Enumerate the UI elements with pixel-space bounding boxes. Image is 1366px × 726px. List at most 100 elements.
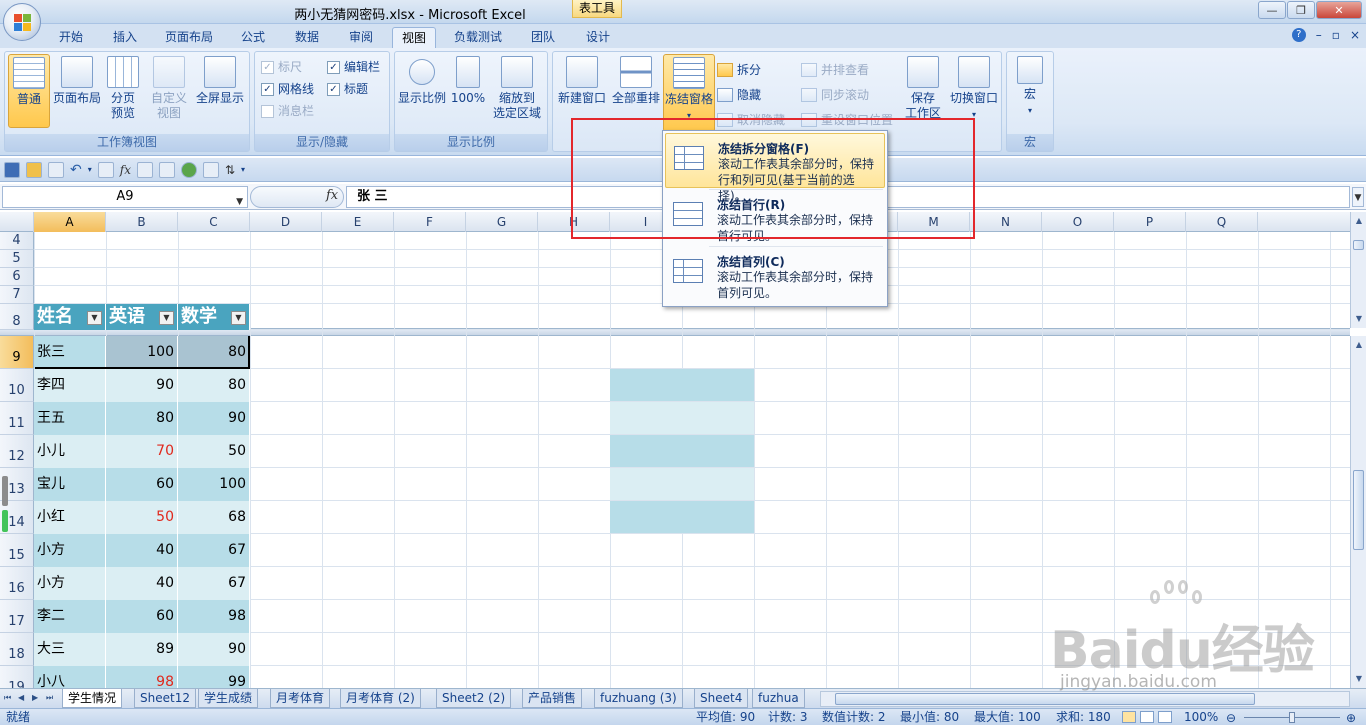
ribbon-minimize-icon[interactable]: –: [1316, 28, 1322, 42]
column-header-n[interactable]: N: [970, 212, 1042, 232]
menu-item-freeze-panes[interactable]: 冻结拆分窗格(F) 滚动工作表其余部分时，保持行和列可见(基于当前的选择)。: [665, 133, 885, 203]
switch-windows-button[interactable]: 切换窗口 ▾: [947, 54, 1001, 128]
tab-design[interactable]: 设计: [574, 27, 622, 48]
formula-bar-checkbox[interactable]: ✓: [327, 60, 340, 74]
scroll-thumb-bottom[interactable]: [1353, 470, 1364, 550]
format-painter-icon[interactable]: [97, 161, 114, 178]
row-header[interactable]: 10: [0, 369, 34, 402]
row-header[interactable]: 19: [0, 666, 34, 688]
gridlines-checkbox[interactable]: ✓: [261, 82, 274, 96]
vertical-scrollbar-top[interactable]: ▲ ▼: [1350, 212, 1366, 328]
tab-data[interactable]: 数据: [284, 27, 330, 48]
custom-views-button[interactable]: 自定义 视图: [148, 54, 190, 128]
tab-insert[interactable]: 插入: [102, 27, 148, 48]
formatted-cell-block[interactable]: [610, 402, 754, 434]
view-side-by-side-button[interactable]: 并排查看: [801, 60, 869, 80]
menu-item-freeze-first-column[interactable]: 冻结首列(C) 滚动工作表其余部分时，保持首列可见。: [665, 247, 885, 302]
table-cell-name[interactable]: 李四: [34, 369, 106, 402]
sheet-tab[interactable]: 学生情况: [62, 689, 123, 708]
filter-icon[interactable]: [202, 161, 219, 178]
ribbon-restore-icon[interactable]: ▫: [1332, 28, 1340, 42]
table-cell-math[interactable]: 67: [178, 567, 250, 600]
table-cell-name[interactable]: 小儿: [34, 435, 106, 468]
split-button[interactable]: 拆分: [717, 60, 761, 80]
column-header-q[interactable]: Q: [1186, 212, 1258, 232]
table-cell-name[interactable]: 王五: [34, 402, 106, 435]
arrange-all-button[interactable]: 全部重排: [611, 54, 661, 128]
sheet-tab[interactable]: 月考体育 (2): [340, 689, 421, 708]
table-cell-english[interactable]: 60: [106, 600, 178, 633]
table-cell-english[interactable]: 60: [106, 468, 178, 501]
table-cell-english[interactable]: 80: [106, 402, 178, 435]
column-header-o[interactable]: O: [1042, 212, 1114, 232]
message-bar-checkbox[interactable]: [261, 104, 274, 118]
open-folder-icon[interactable]: [26, 161, 42, 178]
print-preview-icon[interactable]: [48, 161, 64, 178]
column-header-m[interactable]: M: [898, 212, 970, 232]
reset-window-position-button[interactable]: 重设窗口位置: [801, 110, 893, 130]
table-cell-english[interactable]: 70: [106, 435, 178, 468]
new-window-button[interactable]: 新建窗口: [555, 54, 609, 128]
next-sheet-icon[interactable]: ▶: [32, 693, 38, 702]
tab-load-test[interactable]: 负载测试: [444, 27, 512, 48]
gridlines-checkbox-row[interactable]: ✓ 网格线: [261, 79, 314, 99]
page-layout-view-button[interactable]: 页面布局: [52, 54, 102, 128]
table-cell-name[interactable]: 宝儿: [34, 468, 106, 501]
table-cell-name[interactable]: 小方: [34, 534, 106, 567]
row-header[interactable]: 6: [0, 268, 34, 286]
tab-team[interactable]: 团队: [520, 27, 566, 48]
column-header-h[interactable]: H: [538, 212, 610, 232]
freeze-panes-button[interactable]: 冻结窗格 ▾: [663, 54, 715, 132]
table-cell-math[interactable]: 50: [178, 435, 250, 468]
table-cell-math[interactable]: 90: [178, 402, 250, 435]
column-header-d[interactable]: D: [250, 212, 322, 232]
formatted-cell-block[interactable]: [610, 369, 754, 401]
ruler-checkbox-row[interactable]: ✓ 标尺: [261, 57, 302, 77]
column-header-a[interactable]: A: [34, 212, 106, 232]
sheet-tab[interactable]: 产品销售: [522, 689, 583, 708]
formula-expand-icon[interactable]: ▼: [1352, 187, 1364, 207]
sheet-tab[interactable]: 学生成绩: [198, 689, 259, 708]
tab-view[interactable]: 视图: [392, 27, 436, 48]
horizontal-scrollbar[interactable]: [820, 691, 1350, 707]
scroll-up-icon[interactable]: ▲: [1352, 214, 1366, 228]
row-header[interactable]: 16: [0, 567, 34, 600]
row-header[interactable]: 11: [0, 402, 34, 435]
sheet-tab[interactable]: 月考体育: [270, 689, 331, 708]
table-cell-name[interactable]: 小红: [34, 501, 106, 534]
normal-view-status-icon[interactable]: [1122, 711, 1136, 723]
column-header-g[interactable]: G: [466, 212, 538, 232]
table-cell-math[interactable]: 80: [178, 369, 250, 402]
zoom-slider-thumb[interactable]: [1289, 712, 1295, 723]
undo-dropdown-icon[interactable]: ▾: [88, 165, 92, 174]
table-cell-math[interactable]: 68: [178, 501, 250, 534]
page-break-status-icon[interactable]: [1158, 711, 1172, 723]
sheet-tab[interactable]: fuzhuang (3): [594, 689, 683, 708]
headings-checkbox-row[interactable]: ✓ 标题: [327, 79, 368, 99]
globe-icon[interactable]: [180, 161, 197, 178]
scroll-thumb-top[interactable]: [1353, 240, 1364, 250]
save-icon[interactable]: [4, 161, 20, 178]
table-cell-english[interactable]: 40: [106, 534, 178, 567]
insert-function-icon[interactable]: fx: [120, 163, 131, 177]
formatted-cell-block[interactable]: [610, 468, 754, 500]
table-cell-name[interactable]: 大三: [34, 633, 106, 666]
row-header[interactable]: 4: [0, 232, 34, 250]
column-header-b[interactable]: B: [106, 212, 178, 232]
normal-view-button[interactable]: 普通: [8, 54, 50, 128]
formatted-cell-block[interactable]: [610, 501, 754, 533]
undo-icon[interactable]: ↶: [70, 162, 82, 178]
zoom-out-icon[interactable]: ⊖: [1226, 710, 1236, 726]
row-header[interactable]: 8: [0, 304, 34, 330]
prev-sheet-icon[interactable]: ◀: [18, 693, 24, 702]
customize-toolbar-icon[interactable]: ▾: [241, 165, 245, 174]
table-cell-name[interactable]: 小八: [34, 666, 106, 688]
formula-bar-checkbox-row[interactable]: ✓ 编辑栏: [327, 57, 380, 77]
full-screen-button[interactable]: 全屏显示: [194, 54, 246, 128]
tab-home[interactable]: 开始: [48, 27, 94, 48]
tab-formulas[interactable]: 公式: [230, 27, 276, 48]
table-cell-english[interactable]: 40: [106, 567, 178, 600]
sheet-tab[interactable]: Sheet4: [694, 689, 749, 708]
table-cell-english[interactable]: 50: [106, 501, 178, 534]
table-cell-math[interactable]: 99: [178, 666, 250, 688]
